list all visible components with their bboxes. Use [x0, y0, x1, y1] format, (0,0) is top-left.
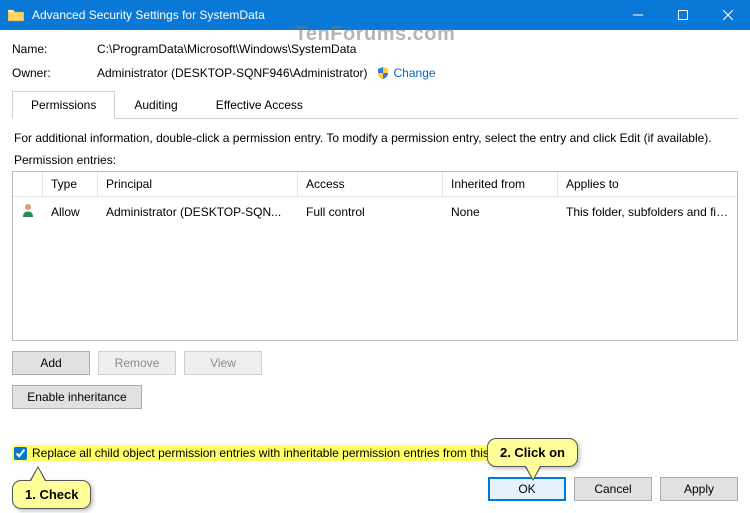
minimize-button[interactable]	[615, 0, 660, 30]
row-buttons: Add Remove View	[12, 351, 738, 375]
replace-permissions-row: Replace all child object permission entr…	[12, 445, 530, 461]
inheritance-row: Enable inheritance	[12, 385, 738, 409]
folder-icon	[8, 8, 24, 22]
row-type: Allow	[43, 200, 98, 224]
row-inherited: None	[443, 200, 558, 224]
window-title: Advanced Security Settings for SystemDat…	[32, 8, 615, 22]
col-inherited[interactable]: Inherited from	[443, 172, 558, 197]
close-button[interactable]	[705, 0, 750, 30]
callout-click-on-text: 2. Click on	[500, 445, 565, 460]
shield-icon	[376, 66, 390, 80]
owner-row: Owner: Administrator (DESKTOP-SQNF946\Ad…	[12, 66, 738, 80]
callout-click-on: 2. Click on	[487, 438, 578, 467]
change-owner-link[interactable]: Change	[394, 66, 436, 80]
row-principal: Administrator (DESKTOP-SQN...	[98, 200, 298, 224]
cancel-button[interactable]: Cancel	[574, 477, 652, 501]
tab-effective-access[interactable]: Effective Access	[197, 91, 322, 119]
remove-button: Remove	[98, 351, 176, 375]
tab-strip: Permissions Auditing Effective Access	[12, 90, 738, 119]
permission-entries-label: Permission entries:	[14, 153, 736, 167]
add-button[interactable]: Add	[12, 351, 90, 375]
maximize-button[interactable]	[660, 0, 705, 30]
apply-button[interactable]: Apply	[660, 477, 738, 501]
owner-label: Owner:	[12, 66, 97, 80]
replace-permissions-text: Replace all child object permission entr…	[32, 446, 524, 460]
tab-permissions[interactable]: Permissions	[12, 91, 115, 119]
col-type[interactable]: Type	[43, 172, 98, 197]
enable-inheritance-button[interactable]: Enable inheritance	[12, 385, 142, 409]
callout-check-text: 1. Check	[25, 487, 78, 502]
name-label: Name:	[12, 42, 97, 56]
table-row[interactable]: Allow Administrator (DESKTOP-SQN... Full…	[13, 197, 737, 226]
replace-permissions-checkbox[interactable]	[14, 447, 27, 460]
row-access: Full control	[298, 200, 443, 224]
name-value: C:\ProgramData\Microsoft\Windows\SystemD…	[97, 42, 356, 56]
permission-table-header: Type Principal Access Inherited from App…	[13, 172, 737, 197]
col-access[interactable]: Access	[298, 172, 443, 197]
info-text: For additional information, double-click…	[14, 131, 736, 145]
name-row: Name: C:\ProgramData\Microsoft\Windows\S…	[12, 42, 738, 56]
col-applies[interactable]: Applies to	[558, 172, 737, 197]
tab-auditing[interactable]: Auditing	[115, 91, 196, 119]
owner-value: Administrator (DESKTOP-SQNF946\Administr…	[97, 66, 368, 80]
callout-check: 1. Check	[12, 480, 91, 509]
col-principal[interactable]: Principal	[98, 172, 298, 197]
permission-table[interactable]: Type Principal Access Inherited from App…	[12, 171, 738, 341]
view-button: View	[184, 351, 262, 375]
user-icon	[20, 202, 36, 221]
content-area: Name: C:\ProgramData\Microsoft\Windows\S…	[12, 42, 738, 501]
titlebar: Advanced Security Settings for SystemDat…	[0, 0, 750, 30]
row-applies: This folder, subfolders and files	[558, 200, 737, 224]
replace-permissions-label[interactable]: Replace all child object permission entr…	[12, 445, 530, 461]
